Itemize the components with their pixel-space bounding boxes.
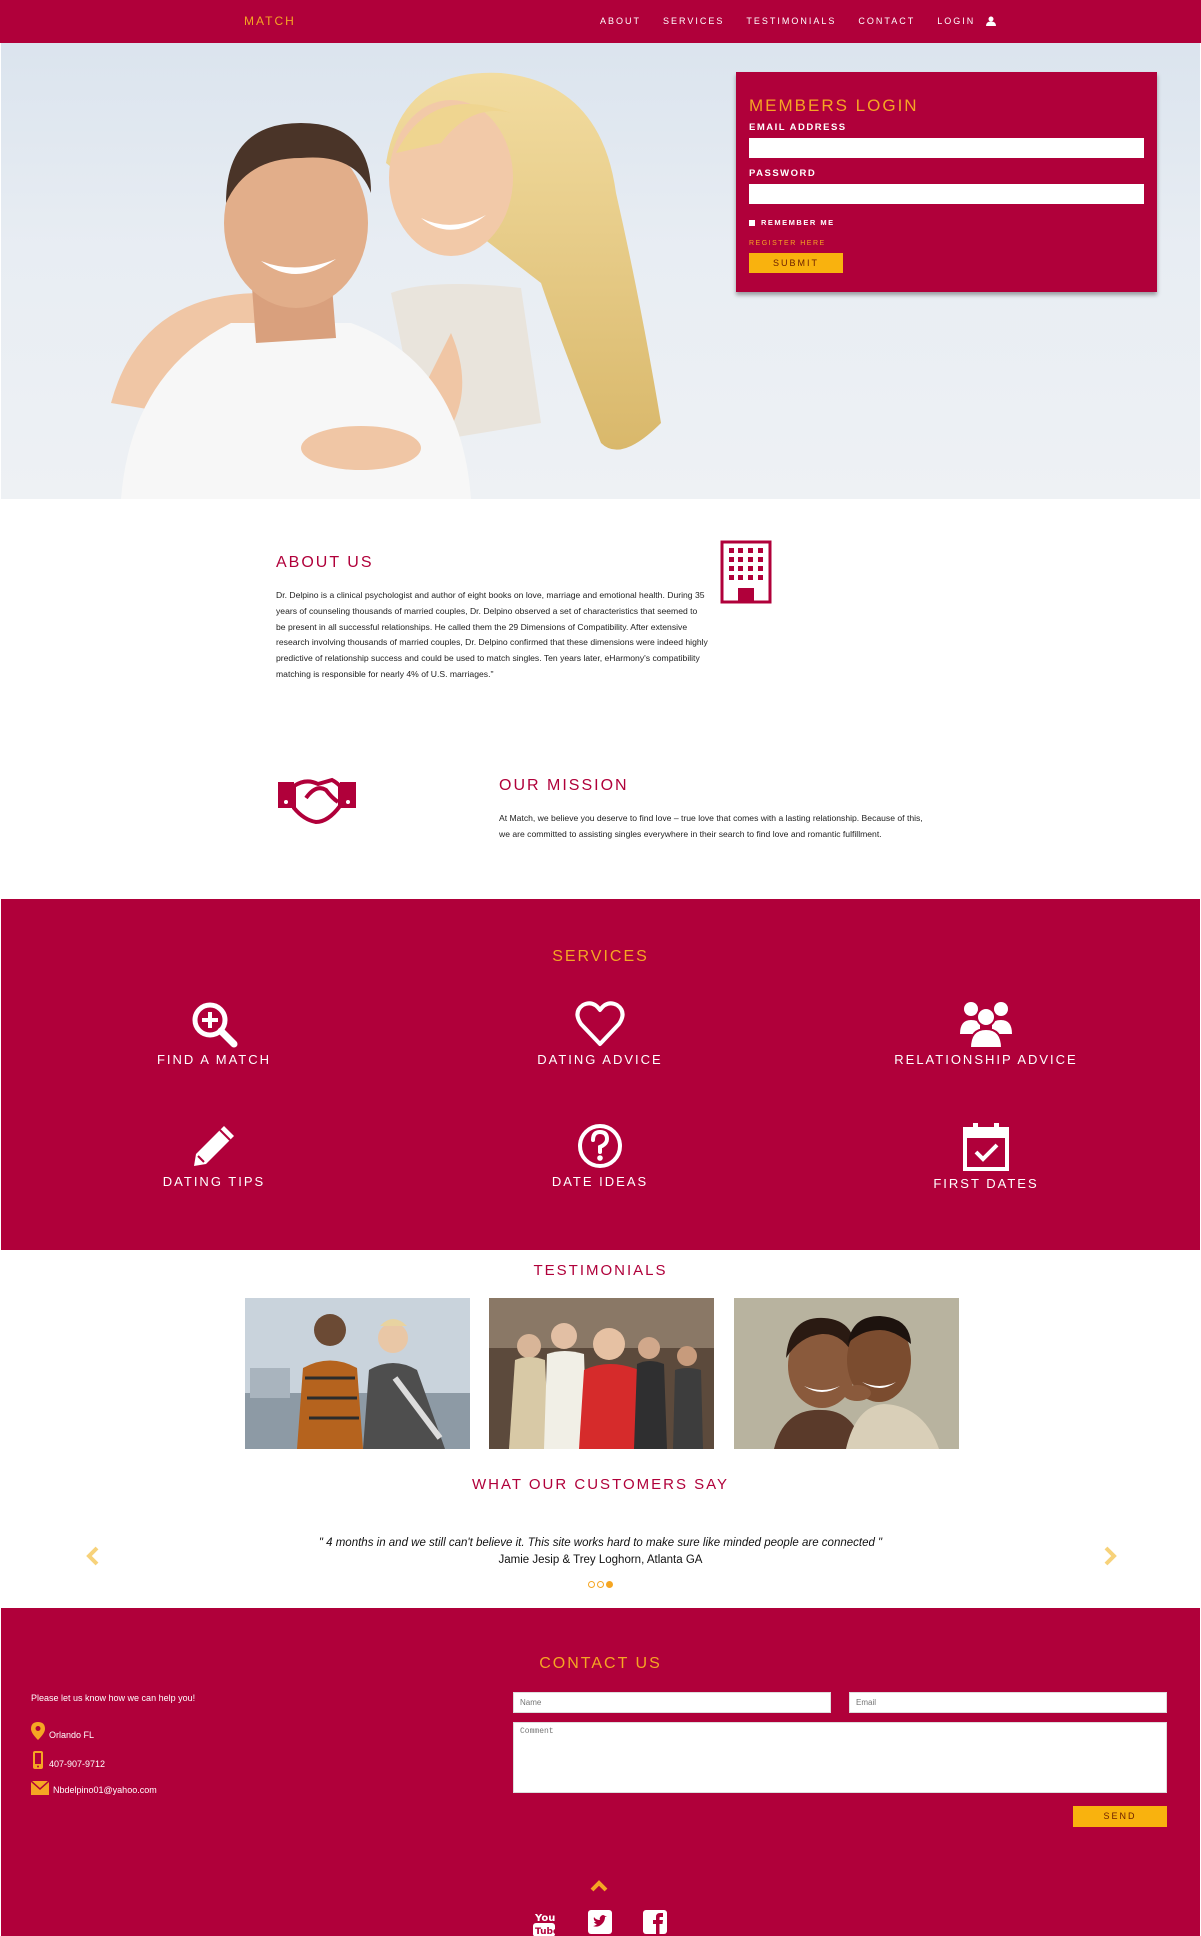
chevron-up-icon[interactable] [590, 1880, 608, 1892]
mission-title: OUR MISSION [499, 777, 629, 794]
service-relationship-advice[interactable]: RELATIONSHIP ADVICE [866, 1000, 1106, 1067]
submit-button[interactable]: SUBMIT [749, 253, 843, 273]
comment-input[interactable] [513, 1722, 1167, 1793]
service-label: DATING ADVICE [537, 1052, 663, 1067]
group-icon [960, 1002, 1012, 1048]
register-link[interactable]: REGISTER HERE [749, 240, 1144, 247]
carousel-dot[interactable] [597, 1581, 604, 1588]
service-label: FIRST DATES [933, 1176, 1039, 1191]
contact-title: CONTACT US [539, 1655, 662, 1672]
top-nav: MATCH ABOUT SERVICES TESTIMONIALS CONTAC… [0, 0, 1201, 43]
nav-about[interactable]: ABOUT [600, 16, 641, 26]
phone-icon [33, 1751, 43, 1769]
remember-label: REMEMBER ME [761, 218, 835, 227]
nav-login-label: LOGIN [937, 16, 976, 26]
testimonial-author: Jamie Jesip & Trey Loghorn, Atlanta GA [498, 1554, 703, 1566]
carousel-dot-active[interactable] [606, 1581, 613, 1588]
nav-contact[interactable]: CONTACT [858, 16, 915, 26]
nav-services[interactable]: SERVICES [663, 16, 724, 26]
facebook-icon[interactable] [643, 1910, 667, 1934]
youtube-icon[interactable]: You Tube [532, 1910, 556, 1936]
password-field[interactable] [749, 184, 1144, 204]
nav-testimonials[interactable]: TESTIMONIALS [746, 16, 836, 26]
testimonial-photo-1 [245, 1298, 470, 1449]
handshake-icon [278, 777, 356, 825]
email-input[interactable] [849, 1692, 1167, 1713]
remember-checkbox[interactable] [749, 219, 755, 226]
services-section: SERVICES FIND A MATCH DATING ADVICE RELA… [1, 899, 1200, 1250]
login-title: MEMBERS LOGIN [749, 96, 919, 115]
phone-text: 407-907-9712 [49, 1759, 106, 1769]
service-label: DATING TIPS [162, 1174, 266, 1189]
services-title: SERVICES [552, 948, 649, 965]
testimonial-quote: " 4 months in and we still can't believe… [318, 1537, 883, 1549]
service-dating-tips[interactable]: DATING TIPS [94, 1122, 334, 1189]
name-input[interactable] [513, 1692, 831, 1713]
chevron-right-icon[interactable] [1103, 1546, 1117, 1566]
service-find-a-match[interactable]: FIND A MATCH [94, 1000, 334, 1067]
members-login-panel: MEMBERS LOGIN EMAIL ADDRESS PASSWORD REM… [736, 72, 1157, 292]
brand-logo[interactable]: MATCH [244, 14, 296, 28]
email-info: Nbdelpino01@yahoo.com [31, 1781, 157, 1795]
svg-text:You: You [534, 1913, 555, 1924]
building-icon [720, 540, 772, 604]
question-icon [578, 1124, 622, 1168]
remember-me[interactable]: REMEMBER ME [749, 218, 1144, 227]
testimonials-title: TESTIMONIALS [533, 1262, 668, 1279]
customers-say-title: WHAT OUR CUSTOMERS SAY [471, 1476, 730, 1493]
location-text: Orlando FL [49, 1730, 95, 1740]
carousel-dots [588, 1581, 613, 1588]
service-dating-advice[interactable]: DATING ADVICE [480, 1000, 720, 1067]
user-icon [985, 16, 996, 26]
testimonial-photo-2 [489, 1298, 714, 1449]
about-title: ABOUT US [276, 554, 374, 571]
nav-login[interactable]: LOGIN [937, 16, 996, 26]
heart-icon [575, 1001, 625, 1046]
send-button[interactable]: SEND [1073, 1806, 1167, 1827]
service-first-dates[interactable]: FIRST DATES [866, 1122, 1106, 1191]
search-plus-icon [192, 1002, 238, 1048]
email-label: EMAIL ADDRESS [749, 122, 847, 133]
envelope-icon [31, 1781, 49, 1795]
email-field[interactable] [749, 138, 1144, 158]
calendar-check-icon [963, 1123, 1009, 1171]
testimonial-photo-3 [734, 1298, 959, 1449]
pencil-icon [194, 1126, 234, 1166]
service-date-ideas[interactable]: DATE IDEAS [480, 1122, 720, 1189]
contact-section: CONTACT US Please let us know how we can… [1, 1608, 1200, 1936]
twitter-icon[interactable] [588, 1910, 612, 1934]
password-label: PASSWORD [749, 168, 817, 179]
nav-links: ABOUT SERVICES TESTIMONIALS CONTACT LOGI… [600, 16, 996, 26]
mission-text: At Match, we believe you deserve to find… [499, 813, 923, 839]
service-label: RELATIONSHIP ADVICE [894, 1052, 1078, 1067]
service-label: DATE IDEAS [551, 1174, 649, 1189]
email-text[interactable]: Nbdelpino01@yahoo.com [53, 1785, 157, 1795]
carousel-dot[interactable] [588, 1581, 595, 1588]
phone-info: 407-907-9712 [31, 1751, 105, 1769]
location-pin-icon [31, 1722, 45, 1740]
svg-text:Tube: Tube [535, 1927, 556, 1936]
location-info: Orlando FL [31, 1722, 94, 1740]
help-text: Please let us know how we can help you! [31, 1693, 196, 1703]
about-text: Dr. Delpino is a clinical psychologist a… [276, 590, 708, 679]
service-label: FIND A MATCH [156, 1052, 272, 1067]
